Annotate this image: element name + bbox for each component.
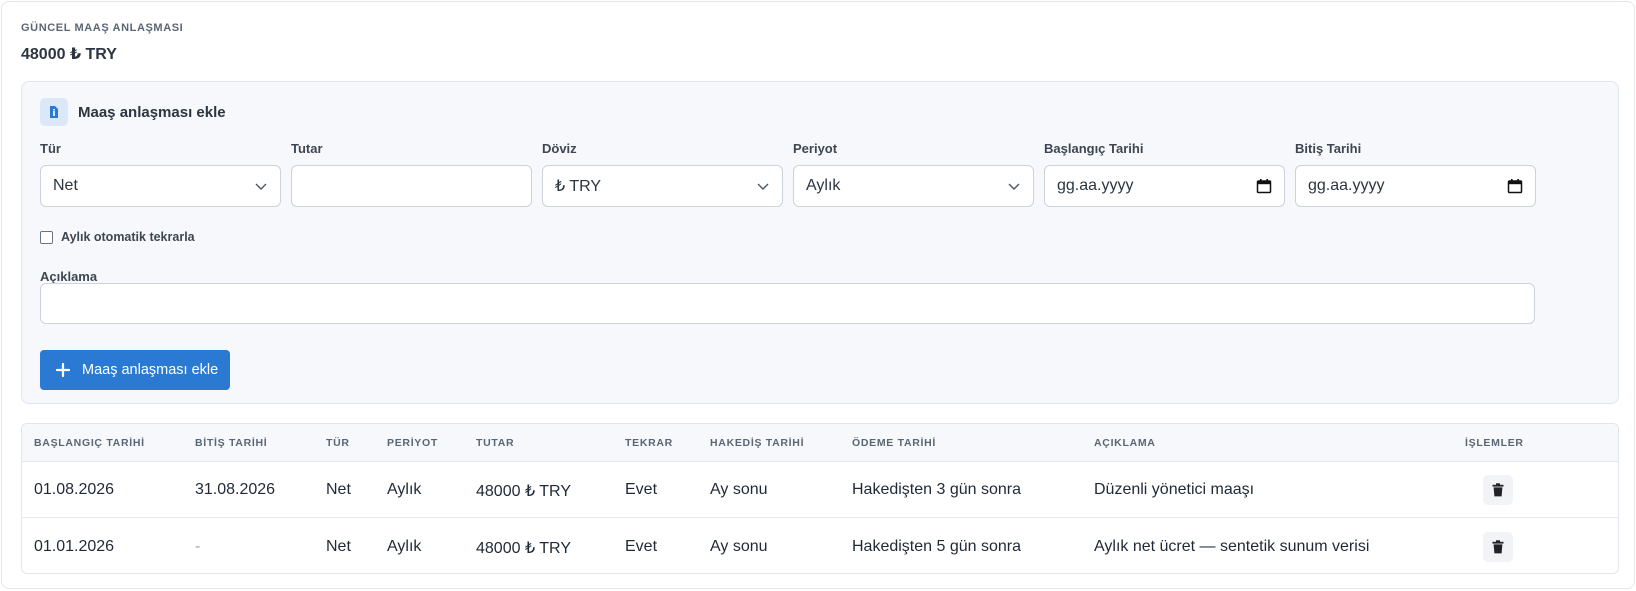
type-select[interactable]: Net [40,165,281,207]
col-repeat: TEKRAR [625,437,673,449]
col-end-date: BİTİŞ TARİHİ [195,437,268,449]
plus-icon [56,363,70,377]
amount-label: Tutar [291,141,323,156]
repeat-option: Aylık otomatik tekrarla [40,230,195,244]
current-agreement-label: GÜNCEL MAAŞ ANLAŞMASI [21,22,184,34]
add-agreement-button[interactable]: Maaş anlaşması ekle [40,350,230,390]
cell-amount: 48000 ₺ TRY [476,540,571,557]
chevron-down-icon [255,183,267,190]
col-payment-date: ÖDEME TARİHİ [852,437,937,449]
description-label: Açıklama [40,269,98,284]
cell-start-date: 01.08.2026 [34,481,115,498]
cell-period: Aylık [387,538,422,555]
cell-type: Net [326,481,351,498]
cell-payment-date: Hakedişten 3 gün sonra [852,481,1021,498]
cell-repeat: Evet [625,538,658,555]
agreements-table: BAŞLANGIÇ TARİHİ BİTİŞ TARİHİ TÜR PERİYO… [21,423,1619,574]
end-date-label: Bitiş Tarihi [1295,141,1362,156]
calendar-icon[interactable] [1507,178,1523,194]
col-start-date: BAŞLANGIÇ TARİHİ [34,437,145,449]
currency-label: Döviz [542,141,577,156]
col-amount: TUTAR [476,437,515,449]
table-row: 01.08.2026 31.08.2026 Net Aylık 48000 ₺ … [22,462,1618,518]
col-type: TÜR [326,437,350,449]
end-date-input[interactable]: gg.aa.yyyy [1295,165,1536,207]
col-actions: İŞLEMLER [1465,437,1524,449]
start-date-placeholder: gg.aa.yyyy [1057,177,1134,194]
currency-select[interactable]: ₺ TRY [542,165,783,207]
cell-accrual-date: Ay sonu [710,481,768,498]
repeat-checkbox[interactable] [40,230,53,244]
chevron-down-icon [1008,183,1020,190]
description-input[interactable] [40,283,1535,324]
col-period: PERİYOT [387,437,438,449]
type-label: Tür [40,141,61,156]
cell-accrual-date: Ay sonu [710,538,768,555]
period-label: Periyot [793,141,838,156]
cell-description: Düzenli yönetici maaşı [1094,481,1255,498]
delete-button[interactable] [1483,532,1513,562]
cell-period: Aylık [387,481,422,498]
salary-agreement-card: GÜNCEL MAAŞ ANLAŞMASI 48000 ₺ TRY Maaş a… [1,1,1635,589]
chevron-down-icon [757,183,769,190]
col-accrual-date: HAKEDİŞ TARİHİ [710,437,805,449]
type-select-value: Net [53,177,78,194]
cell-end-date: 31.08.2026 [195,481,276,498]
cell-end-date: - [195,538,201,555]
start-date-input[interactable]: gg.aa.yyyy [1044,165,1285,207]
form-title: Maaş anlaşması ekle [78,103,226,121]
add-agreement-button-label: Maaş anlaşması ekle [82,362,219,378]
repeat-label: Aylık otomatik tekrarla [61,230,195,244]
current-agreement-value: 48000 ₺ TRY [21,46,117,63]
calendar-icon[interactable] [1256,178,1272,194]
end-date-placeholder: gg.aa.yyyy [1308,177,1385,194]
cell-type: Net [326,538,351,555]
period-select[interactable]: Aylık [793,165,1034,207]
table-header: BAŞLANGIÇ TARİHİ BİTİŞ TARİHİ TÜR PERİYO… [22,424,1618,462]
form-header: Maaş anlaşması ekle [40,98,226,126]
trash-icon [1492,483,1504,497]
add-agreement-form: Maaş anlaşması ekle Tür Tutar Döviz Peri… [21,81,1619,404]
cell-description: Aylık net ücret — sentetik sunum verisi [1094,538,1370,555]
delete-button[interactable] [1483,475,1513,505]
period-select-value: Aylık [806,177,841,194]
start-date-label: Başlangıç Tarihi [1044,141,1144,156]
cell-repeat: Evet [625,481,658,498]
cell-start-date: 01.01.2026 [34,538,115,555]
trash-icon [1492,540,1504,554]
amount-input[interactable] [291,165,532,207]
document-icon [40,98,68,126]
table-row: 01.01.2026 - Net Aylık 48000 ₺ TRY Evet … [22,519,1618,573]
col-description: AÇIKLAMA [1094,437,1156,449]
cell-amount: 48000 ₺ TRY [476,483,571,500]
currency-select-value: ₺ TRY [555,178,602,195]
cell-payment-date: Hakedişten 5 gün sonra [852,538,1021,555]
